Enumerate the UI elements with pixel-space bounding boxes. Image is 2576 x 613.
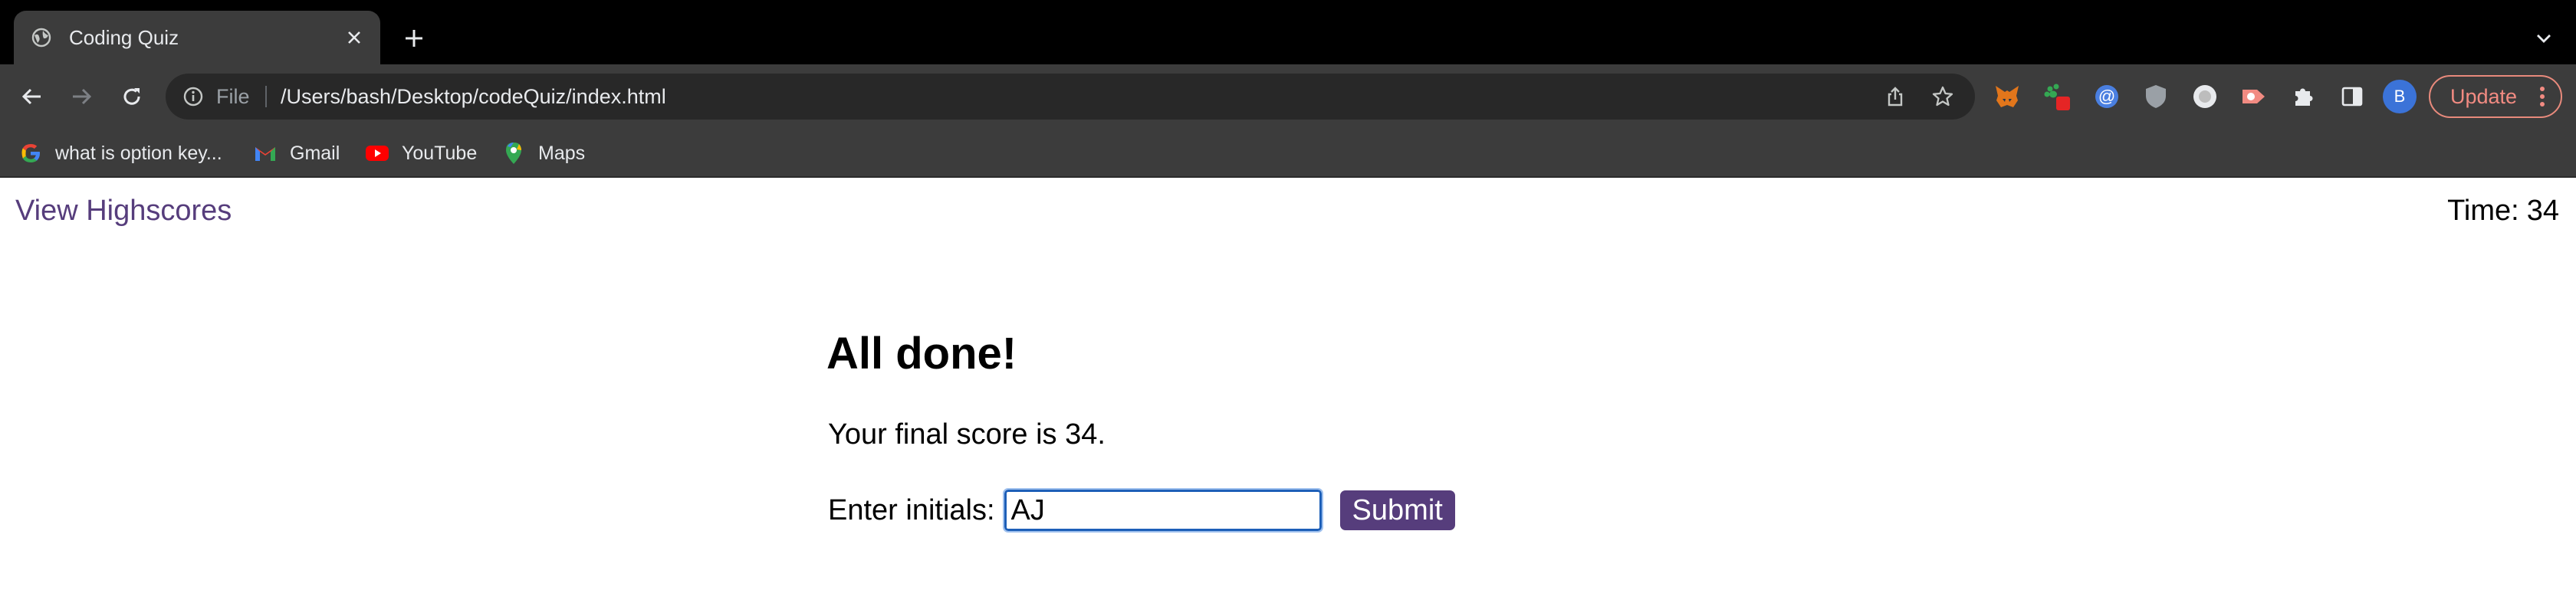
address-bar[interactable]: File /Users/bash/Desktop/codeQuiz/index.… — [166, 74, 1975, 120]
update-button-label: Update — [2450, 84, 2518, 108]
circle-extension-icon[interactable] — [2190, 81, 2220, 112]
timer-value: 34 — [2526, 195, 2559, 227]
bookmark-google-search[interactable]: what is option key... — [18, 136, 222, 170]
globe-icon — [31, 27, 52, 48]
quiz-timer: Time: 34 — [2447, 195, 2559, 228]
bookmark-maps[interactable]: Maps — [501, 136, 585, 170]
page-title: All done! — [826, 329, 1017, 379]
page-content: View Highscores Time: 34 All done! Your f… — [0, 178, 2576, 613]
puzzle-extensions-icon[interactable] — [2288, 81, 2318, 112]
url-text[interactable]: /Users/bash/Desktop/codeQuiz/index.html — [281, 74, 666, 120]
initials-label: Enter initials: — [828, 493, 995, 526]
svg-text:@: @ — [2098, 87, 2115, 106]
chevron-down-icon[interactable] — [2527, 21, 2561, 55]
maps-icon — [501, 141, 526, 166]
gmail-icon — [253, 141, 278, 166]
view-highscores-link[interactable]: View Highscores — [15, 195, 232, 228]
tab-strip: Coding Quiz — [0, 0, 2576, 64]
bookmark-star-icon[interactable] — [1930, 84, 1955, 109]
bookmarks-bar: what is option key... Gmail YouTube Maps — [0, 129, 2576, 178]
bookmark-label: YouTube — [402, 142, 478, 164]
share-icon[interactable] — [1883, 84, 1907, 109]
browser-tab[interactable]: Coding Quiz — [14, 11, 380, 64]
reload-icon[interactable] — [115, 80, 149, 113]
bookmark-label: what is option key... — [55, 142, 222, 164]
profile-avatar[interactable]: B — [2383, 80, 2417, 113]
google-icon — [18, 141, 43, 166]
info-icon[interactable] — [181, 84, 205, 109]
bookmark-youtube[interactable]: YouTube — [365, 136, 477, 170]
url-divider — [265, 86, 267, 107]
url-scheme-label: File — [216, 85, 250, 108]
paw-extension-icon[interactable] — [2042, 81, 2073, 112]
new-tab-icon[interactable] — [397, 21, 431, 55]
final-score-text: Your final score is 34. — [828, 418, 1106, 451]
initials-input[interactable] — [1002, 488, 1323, 533]
bookmark-label: Gmail — [290, 142, 340, 164]
shield-icon[interactable] — [2141, 81, 2171, 112]
at-sign-extension-icon[interactable]: @ — [2091, 81, 2122, 112]
close-tab-icon[interactable] — [340, 24, 368, 51]
side-panel-icon[interactable] — [2337, 81, 2367, 112]
bookmark-label: Maps — [538, 142, 586, 164]
timer-label: Time: — [2447, 195, 2519, 227]
more-vertical-icon[interactable] — [2535, 86, 2550, 107]
record-extension-icon[interactable] — [2239, 81, 2269, 112]
update-button[interactable]: Update — [2429, 75, 2562, 118]
back-icon[interactable] — [15, 80, 49, 113]
forward-icon[interactable] — [64, 80, 98, 113]
bookmark-gmail[interactable]: Gmail — [253, 136, 340, 170]
initials-form: Enter initials: Submit — [828, 487, 1455, 533]
tab-title: Coding Quiz — [69, 25, 179, 49]
metamask-icon[interactable] — [1992, 81, 2022, 112]
submit-button[interactable]: Submit — [1339, 490, 1455, 530]
youtube-icon — [365, 141, 389, 166]
